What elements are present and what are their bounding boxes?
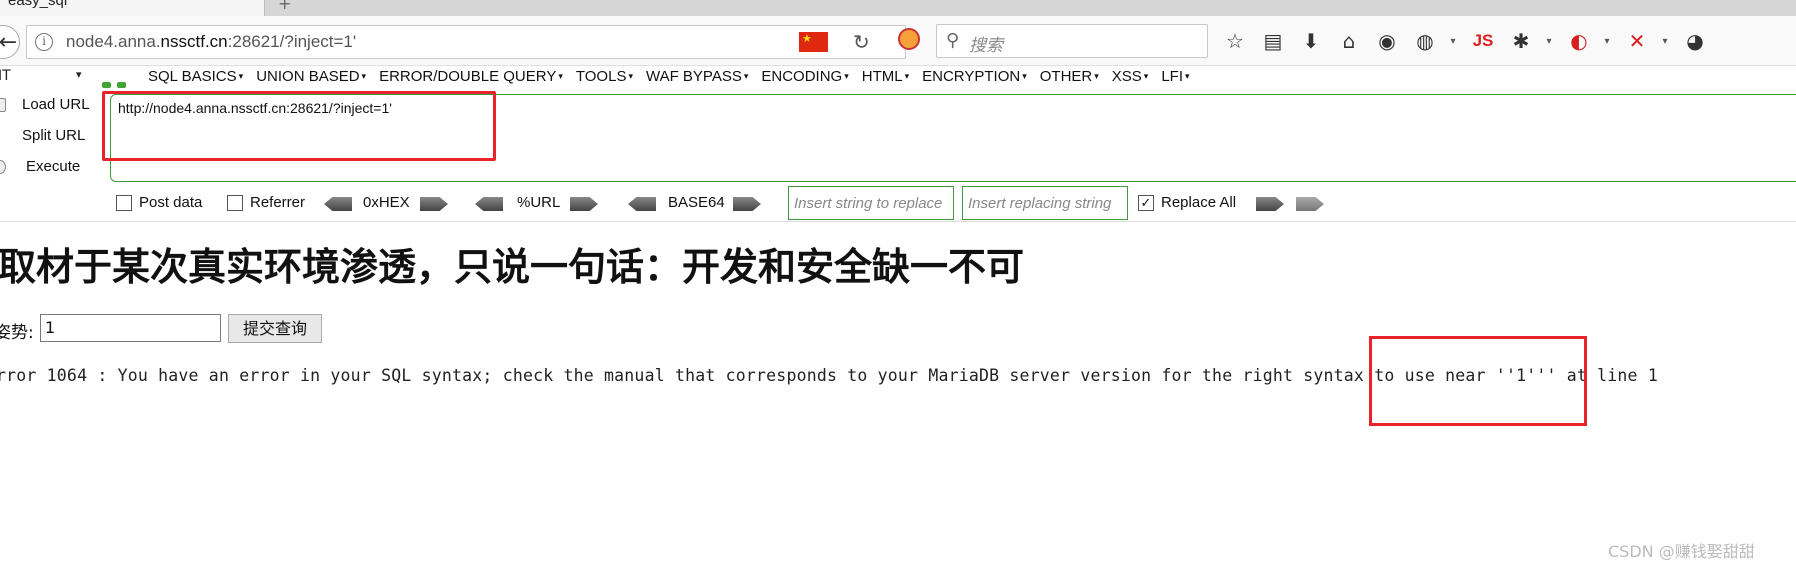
execute-icon <box>0 160 6 174</box>
url-encode-arrow-icon[interactable] <box>570 197 598 211</box>
replace-arrow-icon[interactable] <box>1256 197 1284 211</box>
replace-all-arrow-icon[interactable] <box>1296 197 1324 211</box>
hex-label: 0xHEX <box>363 194 410 211</box>
form-label: 姿势: <box>0 323 34 343</box>
load-icon <box>0 98 6 112</box>
hackbar-menu-union-based[interactable]: UNION BASED <box>256 68 366 85</box>
palette-icon[interactable]: ◍ <box>1410 28 1440 54</box>
new-tab-button[interactable]: + <box>278 0 291 13</box>
chevron-down-icon[interactable]: ▾ <box>1448 28 1458 54</box>
divider <box>0 221 1796 222</box>
cookie-icon[interactable]: ◐ <box>1564 28 1594 54</box>
back-button[interactable]: ← <box>0 25 20 59</box>
inject-input[interactable]: 1 <box>40 314 221 342</box>
hackbar-menu-error-double-query[interactable]: ERROR/DOUBLE QUERY <box>379 68 563 85</box>
url-bar[interactable]: i node4.anna.nssctf.cn:28621/?inject=1' … <box>26 25 906 59</box>
hackbar-menu-lfi[interactable]: LFI <box>1161 68 1189 85</box>
home-icon[interactable]: ⌂ <box>1334 28 1364 54</box>
bookmark-star-icon[interactable]: ☆ <box>1220 28 1250 54</box>
search-icon: ⚲ <box>946 30 960 51</box>
extension-icon[interactable]: ◕ <box>1680 28 1710 54</box>
search-bar[interactable]: ⚲ 搜索 <box>936 24 1208 58</box>
info-icon[interactable]: i <box>35 33 53 51</box>
hackbar-menu-xss[interactable]: XSS <box>1112 68 1149 85</box>
tab-strip: easy_sql + <box>0 0 1796 16</box>
hackbar-select-value: IT <box>0 68 11 84</box>
hackbar-menu: SQL BASICS UNION BASED ERROR/DOUBLE QUERY T… <box>148 68 1203 85</box>
chevron-down-icon[interactable]: ▾ <box>1602 28 1612 54</box>
hackbar-menu-encoding[interactable]: ENCODING <box>761 68 848 85</box>
chevron-down-icon[interactable]: ▾ <box>1660 28 1670 54</box>
china-flag-icon: ★ <box>799 32 828 52</box>
insert-string-input[interactable]: Insert string to replace <box>788 186 954 220</box>
tab-title: easy_sql <box>8 0 68 9</box>
hackbar-menu-other[interactable]: OTHER <box>1040 68 1099 85</box>
watermark: CSDN @赚钱娶甜甜 <box>1608 542 1755 561</box>
submit-query-button[interactable]: 提交查询 <box>228 314 322 343</box>
hackbar-menu-encryption[interactable]: ENCRYPTION <box>922 68 1027 85</box>
hackbar-menu-waf-bypass[interactable]: WAF BYPASS <box>646 68 748 85</box>
globe-icon[interactable]: ◉ <box>1372 28 1402 54</box>
back-arrow-icon: ← <box>0 29 18 55</box>
chevron-down-icon[interactable]: ▾ <box>1544 28 1554 54</box>
base64-decode-arrow-icon[interactable] <box>628 197 656 211</box>
base64-encode-arrow-icon[interactable] <box>733 197 761 211</box>
page-heading: 取材于某次真实环境渗透，只说一句话：开发和安全缺一不可 <box>0 245 1025 289</box>
plus-icon[interactable] <box>117 82 126 88</box>
toolbar-icons: ☆ ▤ ⬇ ⌂ ◉ ◍ ▾ JS ✱ ▾ ◐ ▾ ✕ ▾ ◕ <box>1220 26 1718 56</box>
minus-icon[interactable] <box>102 82 111 88</box>
noscript-icon[interactable] <box>898 28 920 50</box>
bug-icon[interactable]: ✱ <box>1506 28 1536 54</box>
hackbar-menu-sql-basics[interactable]: SQL BASICS <box>148 68 243 85</box>
hackbar-select[interactable]: IT ▾ <box>0 68 90 86</box>
hex-decode-arrow-icon[interactable] <box>324 197 352 211</box>
hex-encode-arrow-icon[interactable] <box>420 197 448 211</box>
block-icon[interactable]: ✕ <box>1622 28 1652 54</box>
url-text[interactable]: node4.anna.nssctf.cn:28621/?inject=1' <box>66 32 356 52</box>
download-icon[interactable]: ⬇ <box>1296 28 1326 54</box>
hackbar-status-icons <box>102 73 132 92</box>
tab-easy-sql[interactable]: easy_sql <box>0 0 265 16</box>
highlight-box-error <box>1369 336 1587 426</box>
chevron-down-icon: ▾ <box>76 68 82 81</box>
highlight-box-url <box>102 91 496 161</box>
js-toggle-icon[interactable]: JS <box>1468 28 1498 54</box>
url-label: %URL <box>517 194 561 211</box>
search-placeholder: 搜索 <box>969 36 1003 56</box>
hackbar-menu-tools[interactable]: TOOLS <box>576 68 633 85</box>
reload-icon[interactable]: ↻ <box>853 30 870 54</box>
replacing-string-input[interactable]: Insert replacing string <box>962 186 1128 220</box>
reading-list-icon[interactable]: ▤ <box>1258 28 1288 54</box>
url-decode-arrow-icon[interactable] <box>475 197 503 211</box>
hackbar-menu-html[interactable]: HTML <box>862 68 909 85</box>
base64-label: BASE64 <box>668 194 725 211</box>
